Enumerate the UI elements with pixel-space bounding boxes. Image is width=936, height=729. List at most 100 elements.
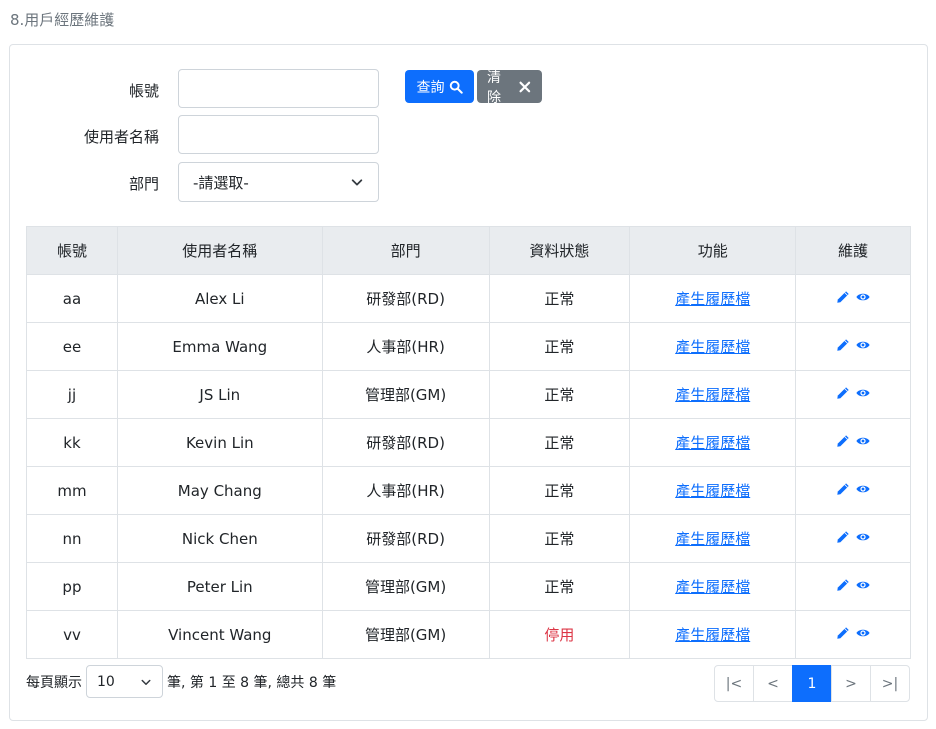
cell-function: 產生履歷檔 bbox=[629, 466, 797, 515]
column-header-maintenance: 維護 bbox=[795, 226, 911, 275]
cell-department: 研發部(RD) bbox=[321, 514, 490, 563]
close-icon bbox=[519, 81, 531, 92]
column-header-function: 功能 bbox=[629, 226, 797, 275]
table-row: nn Nick Chen 研發部(RD) 正常 產生履歷檔 bbox=[26, 514, 911, 563]
cell-status: 正常 bbox=[488, 274, 631, 323]
cell-maintenance bbox=[795, 418, 911, 467]
cell-function: 產生履歷檔 bbox=[629, 514, 797, 563]
cell-status: 正常 bbox=[488, 322, 631, 371]
clear-button-label: 清除 bbox=[487, 69, 501, 106]
cell-status: 正常 bbox=[488, 514, 631, 563]
cell-status: 正常 bbox=[488, 466, 631, 515]
cell-user-name: Vincent Wang bbox=[116, 610, 323, 659]
current-page-button[interactable]: 1 bbox=[792, 665, 832, 702]
generate-resume-link[interactable]: 產生履歷檔 bbox=[675, 386, 750, 404]
generate-resume-link[interactable]: 產生履歷檔 bbox=[675, 626, 750, 644]
cell-function: 產生履歷檔 bbox=[629, 322, 797, 371]
cell-maintenance bbox=[795, 466, 911, 515]
table-header-row: 帳號 使用者名稱 部門 資料狀態 功能 維護 bbox=[26, 226, 911, 275]
cell-account: aa bbox=[26, 274, 118, 323]
pencil-icon[interactable] bbox=[836, 626, 850, 640]
table-row: ee Emma Wang 人事部(HR) 正常 產生履歷檔 bbox=[26, 322, 911, 371]
column-header-department[interactable]: 部門 bbox=[321, 226, 490, 275]
eye-icon[interactable] bbox=[856, 578, 870, 592]
column-header-status[interactable]: 資料狀態 bbox=[488, 226, 631, 275]
eye-icon[interactable] bbox=[856, 530, 870, 544]
generate-resume-link[interactable]: 產生履歷檔 bbox=[675, 578, 750, 596]
cell-user-name: Alex Li bbox=[116, 274, 323, 323]
cell-account: jj bbox=[26, 370, 118, 419]
record-summary: 筆, 第 1 至 8 筆, 總共 8 筆 bbox=[167, 674, 337, 691]
cell-user-name: Kevin Lin bbox=[116, 418, 323, 467]
cell-maintenance bbox=[795, 322, 911, 371]
pencil-icon[interactable] bbox=[836, 578, 850, 592]
last-page-button[interactable]: >| bbox=[870, 665, 910, 702]
cell-account: mm bbox=[26, 466, 118, 515]
cell-user-name: May Chang bbox=[116, 466, 323, 515]
page-title: 8.用戶經歷維護 bbox=[10, 11, 115, 29]
cell-department: 人事部(HR) bbox=[321, 466, 490, 515]
generate-resume-link[interactable]: 產生履歷檔 bbox=[675, 530, 750, 548]
cell-department: 人事部(HR) bbox=[321, 322, 490, 371]
pencil-icon[interactable] bbox=[836, 338, 850, 352]
cell-maintenance bbox=[795, 610, 911, 659]
department-select[interactable]: -請選取- bbox=[178, 162, 379, 202]
generate-resume-link[interactable]: 產生履歷檔 bbox=[675, 434, 750, 452]
chevron-down-icon bbox=[351, 179, 363, 186]
pencil-icon[interactable] bbox=[836, 530, 850, 544]
previous-page-button[interactable]: < bbox=[753, 665, 793, 702]
account-input[interactable] bbox=[178, 69, 379, 108]
chevron-down-icon bbox=[141, 679, 151, 685]
eye-icon[interactable] bbox=[856, 482, 870, 496]
cell-status: 停用 bbox=[488, 610, 631, 659]
user-name-label: 使用者名稱 bbox=[83, 128, 159, 146]
pencil-icon[interactable] bbox=[836, 290, 850, 304]
cell-function: 產生履歷檔 bbox=[629, 562, 797, 611]
pencil-icon[interactable] bbox=[836, 482, 850, 496]
cell-status: 正常 bbox=[488, 370, 631, 419]
table-row: aa Alex Li 研發部(RD) 正常 產生履歷檔 bbox=[26, 274, 911, 323]
cell-department: 研發部(RD) bbox=[321, 274, 490, 323]
user-name-input[interactable] bbox=[178, 115, 379, 154]
generate-resume-link[interactable]: 產生履歷檔 bbox=[675, 290, 750, 308]
cell-department: 管理部(GM) bbox=[321, 610, 490, 659]
table-row: jj JS Lin 管理部(GM) 正常 產生履歷檔 bbox=[26, 370, 911, 419]
cell-maintenance bbox=[795, 562, 911, 611]
eye-icon[interactable] bbox=[856, 434, 870, 448]
cell-account: vv bbox=[26, 610, 118, 659]
cell-function: 產生履歷檔 bbox=[629, 610, 797, 659]
search-button-label: 查詢 bbox=[416, 79, 445, 96]
generate-resume-link[interactable]: 產生履歷檔 bbox=[675, 338, 750, 356]
table-row: vv Vincent Wang 管理部(GM) 停用 產生履歷檔 bbox=[26, 610, 911, 659]
cell-department: 研發部(RD) bbox=[321, 418, 490, 467]
clear-button[interactable]: 清除 bbox=[477, 70, 542, 106]
next-page-button[interactable]: > bbox=[831, 665, 871, 702]
cell-department: 管理部(GM) bbox=[321, 562, 490, 611]
first-page-button[interactable]: |< bbox=[714, 665, 754, 702]
eye-icon[interactable] bbox=[856, 290, 870, 304]
cell-account: pp bbox=[26, 562, 118, 611]
user-table: 帳號 使用者名稱 部門 資料狀態 功能 維護 aa Alex Li 研發部(RD) 正… bbox=[26, 226, 911, 659]
eye-icon[interactable] bbox=[856, 338, 870, 352]
cell-account: ee bbox=[26, 322, 118, 371]
pencil-icon[interactable] bbox=[836, 434, 850, 448]
generate-resume-link[interactable]: 產生履歷檔 bbox=[675, 482, 750, 500]
page-size-value: 10 bbox=[97, 673, 115, 690]
cell-account: nn bbox=[26, 514, 118, 563]
page-size-select[interactable]: 10 bbox=[86, 665, 163, 698]
cell-department: 管理部(GM) bbox=[321, 370, 490, 419]
eye-icon[interactable] bbox=[856, 386, 870, 400]
cell-function: 產生履歷檔 bbox=[629, 274, 797, 323]
column-header-user-name[interactable]: 使用者名稱 bbox=[116, 226, 323, 275]
cell-status: 正常 bbox=[488, 418, 631, 467]
department-label: 部門 bbox=[128, 175, 159, 193]
cell-function: 產生履歷檔 bbox=[629, 370, 797, 419]
search-button[interactable]: 查詢 bbox=[405, 70, 474, 103]
eye-icon[interactable] bbox=[856, 626, 870, 640]
cell-user-name: JS Lin bbox=[116, 370, 323, 419]
column-header-account[interactable]: 帳號 bbox=[26, 226, 118, 275]
department-select-value: -請選取- bbox=[193, 173, 249, 192]
cell-function: 產生履歷檔 bbox=[629, 418, 797, 467]
table-row: kk Kevin Lin 研發部(RD) 正常 產生履歷檔 bbox=[26, 418, 911, 467]
pencil-icon[interactable] bbox=[836, 386, 850, 400]
